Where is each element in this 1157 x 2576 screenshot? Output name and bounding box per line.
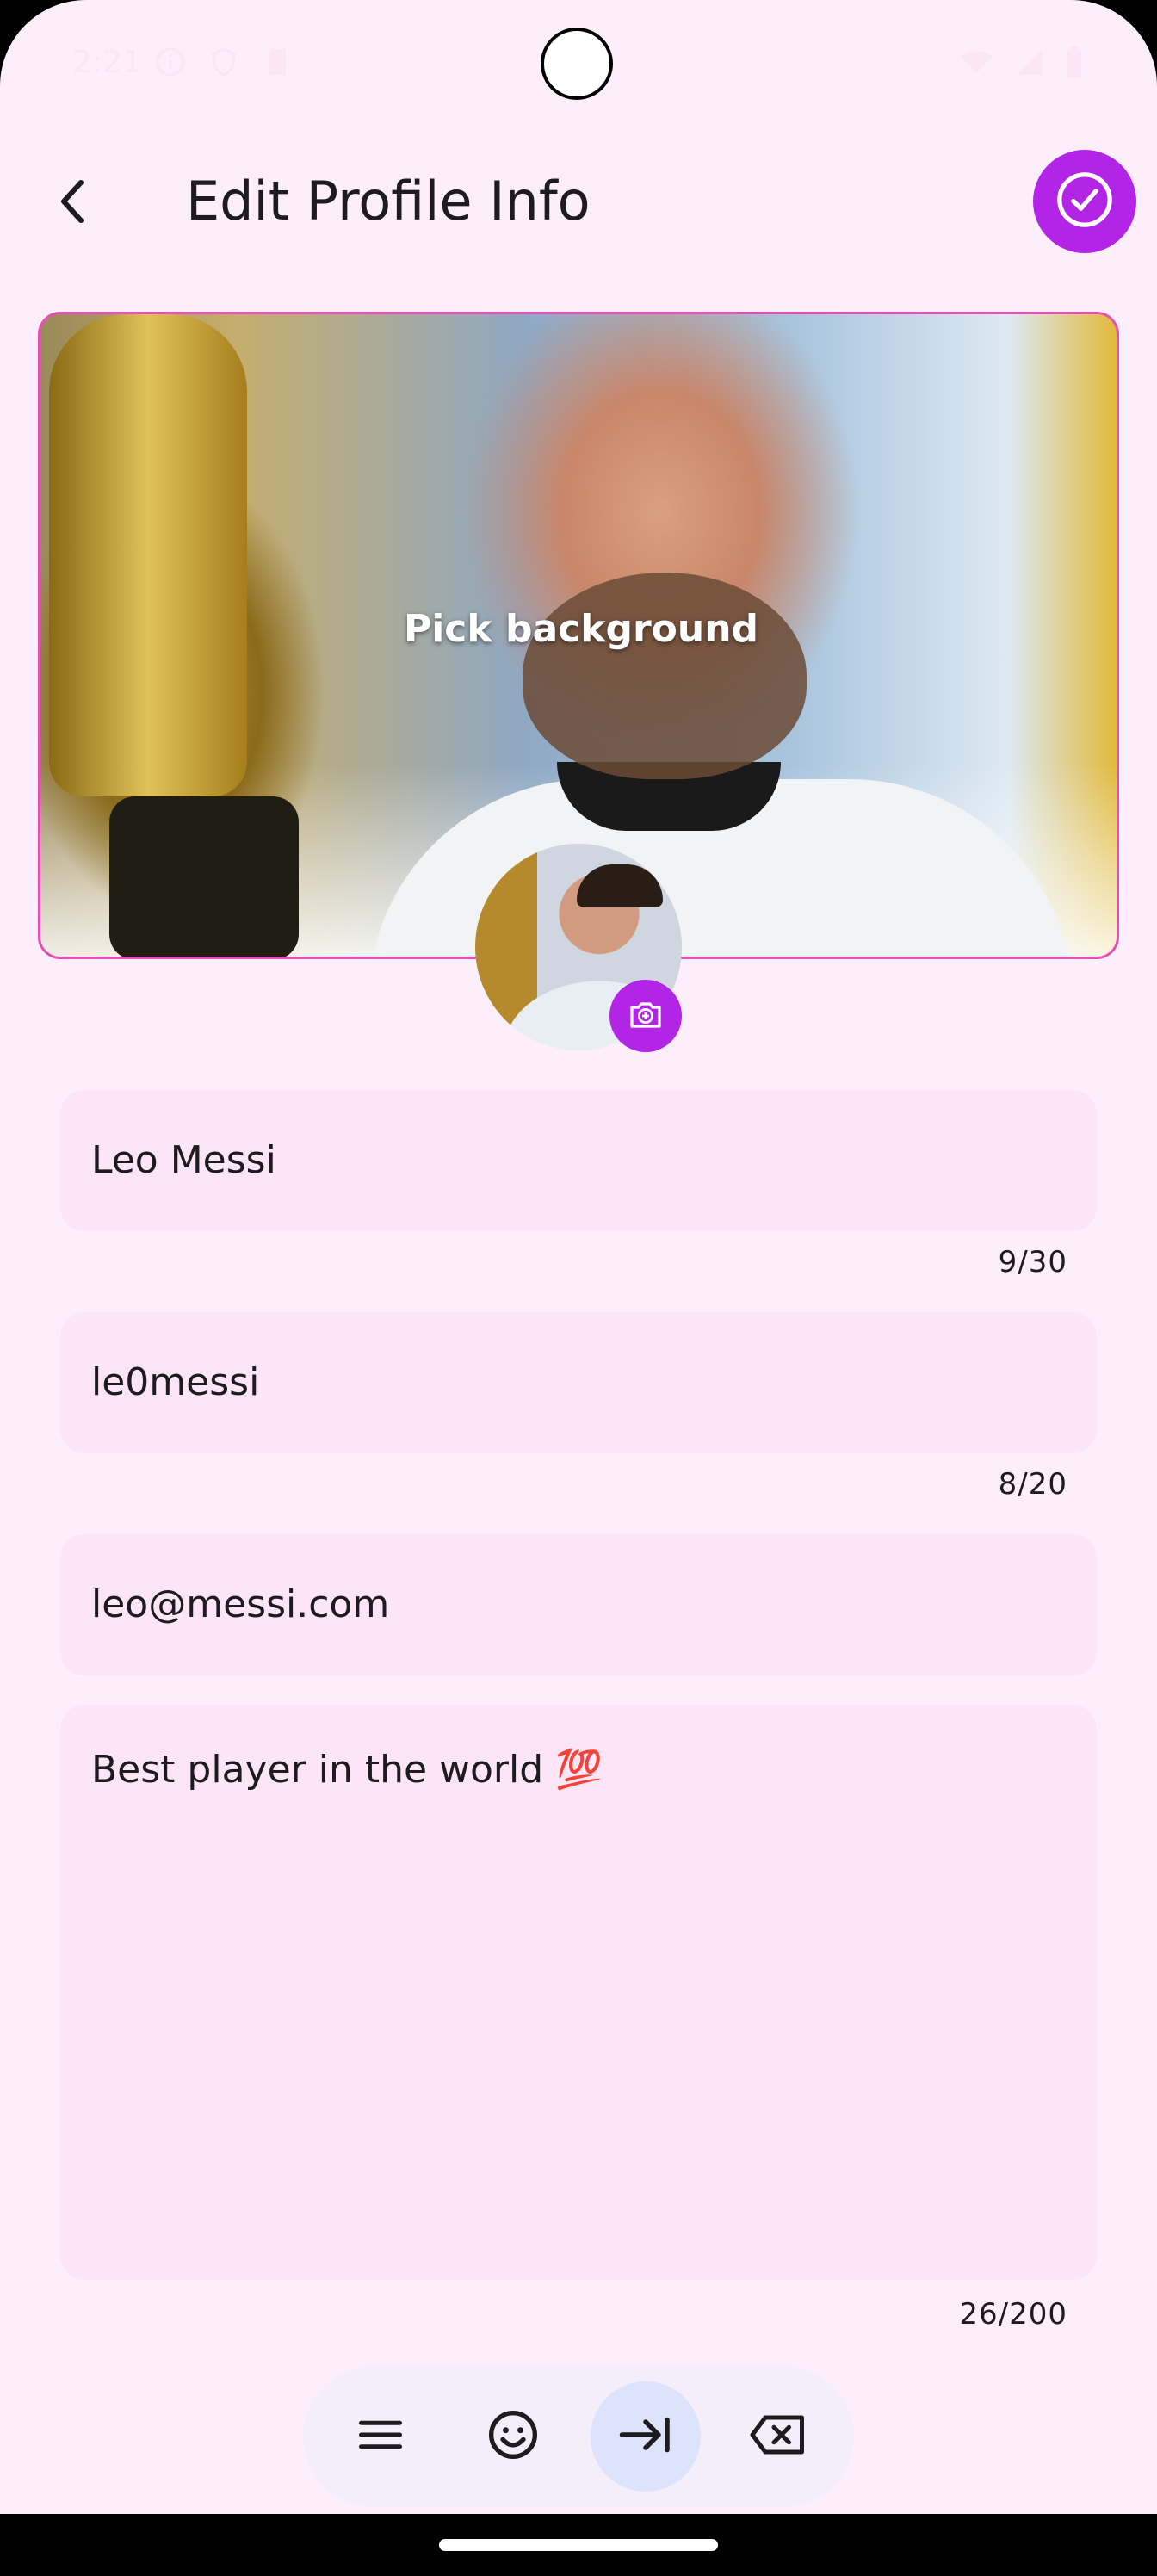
menu-icon (355, 2409, 406, 2464)
tab-next-icon (616, 2409, 675, 2464)
wifi-icon (957, 45, 995, 87)
info-icon (153, 45, 188, 79)
save-button[interactable] (1033, 150, 1136, 253)
username-field[interactable]: le0messi (60, 1312, 1097, 1453)
bio-field-value: Best player in the world 💯 (91, 1748, 603, 1792)
backspace-button[interactable] (723, 2381, 833, 2492)
name-field[interactable]: Leo Messi (60, 1090, 1097, 1231)
bio-char-counter: 26/200 (959, 2297, 1067, 2331)
background-image-trophy (49, 314, 247, 796)
emoji-button[interactable] (458, 2381, 568, 2492)
check-circle-icon (1055, 170, 1115, 233)
chevron-left-icon (57, 177, 88, 229)
shield-icon (207, 45, 241, 79)
background-image-trophy-base (109, 796, 299, 957)
email-field-value: leo@messi.com (91, 1582, 390, 1626)
backspace-icon (747, 2409, 809, 2464)
status-bar: 2:21 (0, 0, 1157, 129)
sd-card-icon (260, 45, 294, 79)
add-photo-icon (625, 994, 666, 1038)
name-field-value: Leo Messi (91, 1138, 276, 1182)
emoji-icon (486, 2407, 541, 2466)
email-field[interactable]: leo@messi.com (60, 1534, 1097, 1675)
battery-icon (1064, 45, 1085, 87)
status-left-icons (153, 45, 294, 79)
tab-next-button[interactable] (591, 2381, 701, 2492)
username-char-counter: 8/20 (998, 1467, 1067, 1502)
keyboard-toolbar (303, 2366, 854, 2507)
pick-background-label: Pick background (403, 607, 759, 651)
back-button[interactable] (48, 169, 96, 238)
home-gesture-handle[interactable] (439, 2539, 718, 2551)
name-char-counter: 9/30 (998, 1245, 1067, 1279)
app-screen: 2:21 Edit Profile Info Pick background L… (0, 0, 1157, 2576)
status-right-icons (957, 45, 1085, 87)
change-avatar-button[interactable] (609, 980, 682, 1052)
background-image-face (523, 573, 807, 779)
page-title: Edit Profile Info (186, 170, 591, 232)
camera-cutout (541, 28, 613, 100)
status-time: 2:21 (72, 45, 142, 80)
username-field-value: le0messi (91, 1360, 260, 1404)
bio-field[interactable]: Best player in the world 💯 (60, 1705, 1097, 2280)
menu-button[interactable] (325, 2381, 436, 2492)
signal-icon (1012, 45, 1047, 87)
